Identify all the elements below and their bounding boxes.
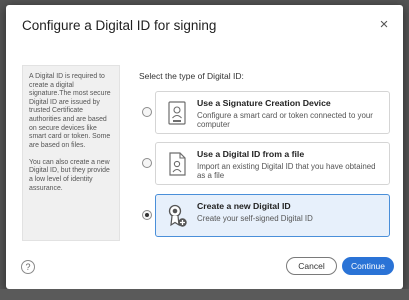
info-sidebar: A Digital ID is required to create a dig…: [22, 65, 120, 241]
section-label: Select the type of Digital ID:: [139, 71, 244, 81]
dialog-title: Configure a Digital ID for signing: [22, 18, 217, 33]
background-app-strip: [0, 289, 409, 300]
option-title: Create a new Digital ID: [197, 201, 291, 211]
radio-id-from-file[interactable]: [142, 158, 152, 168]
signature-device-icon: [168, 101, 186, 125]
new-digital-id-icon: [168, 204, 187, 227]
option-id-from-file[interactable]: Use a Digital ID from a file Import an e…: [142, 142, 390, 185]
sidebar-warning-text: You can also create a new Digital ID, bu…: [29, 158, 110, 192]
sidebar-info-text: A Digital ID is required to create a dig…: [29, 73, 111, 149]
radio-signature-device[interactable]: [142, 107, 152, 117]
radio-create-new-id[interactable]: [142, 210, 152, 220]
digital-id-file-icon: [169, 152, 186, 176]
option-signature-device[interactable]: Use a Signature Creation Device Configur…: [142, 91, 390, 134]
cancel-button[interactable]: Cancel: [286, 257, 337, 275]
option-description: Configure a smart card or token connecte…: [197, 111, 373, 130]
option-description: Create your self-signed Digital ID: [197, 214, 313, 223]
option-description: Import an existing Digital ID that you h…: [197, 162, 376, 181]
option-create-new-id[interactable]: Create a new Digital ID Create your self…: [142, 194, 390, 237]
continue-button[interactable]: Continue: [342, 257, 394, 275]
option-title: Use a Digital ID from a file: [197, 149, 305, 159]
option-title: Use a Signature Creation Device: [197, 98, 331, 108]
help-icon[interactable]: ?: [21, 260, 35, 274]
close-icon[interactable]: ×: [375, 16, 393, 34]
configure-digital-id-dialog: Configure a Digital ID for signing × A D…: [6, 5, 403, 289]
